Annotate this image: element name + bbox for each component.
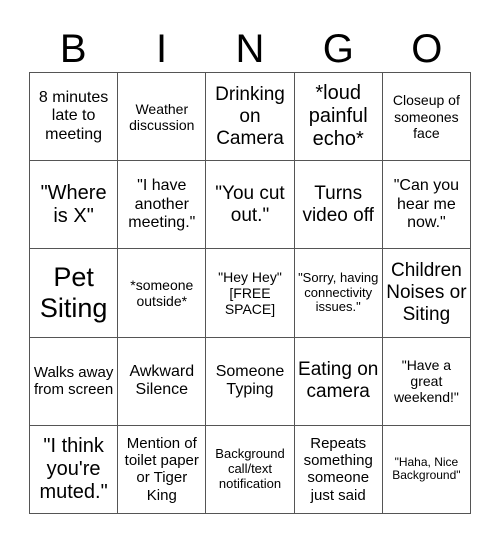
bingo-header: B I N G O	[29, 26, 471, 72]
bingo-cell[interactable]: 8 minutes late to meeting	[30, 73, 119, 162]
bingo-cell[interactable]: "Have a great weekend!"	[382, 337, 471, 426]
bingo-cell[interactable]: Awkward Silence	[118, 337, 207, 426]
bingo-cell[interactable]: Pet Siting	[30, 249, 119, 338]
bingo-cell[interactable]: "I have another meeting."	[118, 161, 207, 250]
free-space-cell[interactable]: "Hey Hey" [FREE SPACE]	[206, 249, 295, 338]
bingo-cell[interactable]: Turns video off	[294, 161, 383, 250]
bingo-cell[interactable]: "Can you hear me now."	[382, 161, 471, 250]
bingo-cell[interactable]: "Haha, Nice Background"	[382, 425, 471, 514]
header-letter-o: O	[411, 27, 443, 71]
header-letter-b: B	[59, 27, 87, 71]
header-letter-n: N	[235, 27, 265, 71]
bingo-card: 8 minutes late to meeting Weather discus…	[29, 72, 471, 514]
bingo-cell[interactable]: "I think you're muted."	[30, 425, 119, 514]
bingo-cell[interactable]: "Sorry, having connectivity issues."	[294, 249, 383, 338]
bingo-cell[interactable]: Children Noises or Siting	[382, 249, 471, 338]
bingo-cell[interactable]: Background call/text notification	[206, 425, 295, 514]
bingo-cell[interactable]: "You cut out."	[206, 161, 295, 250]
bingo-cell[interactable]: Repeats something someone just said	[294, 425, 383, 514]
bingo-cell[interactable]: Eating on camera	[294, 337, 383, 426]
bingo-cell[interactable]: Drinking on Camera	[206, 73, 295, 162]
bingo-cell[interactable]: *loud painful echo*	[294, 73, 383, 162]
bingo-cell[interactable]: Mention of toilet paper or Tiger King	[118, 425, 207, 514]
bingo-cell[interactable]: Someone Typing	[206, 337, 295, 426]
header-letter-g: G	[322, 27, 354, 71]
bingo-cell[interactable]: "Where is X"	[30, 161, 119, 250]
bingo-cell[interactable]: *someone outside*	[118, 249, 207, 338]
bingo-cell[interactable]: Weather discussion	[118, 73, 207, 162]
header-letter-i: I	[156, 27, 168, 71]
bingo-cell[interactable]: Walks away from screen	[30, 337, 119, 426]
bingo-cell[interactable]: Closeup of someones face	[382, 73, 471, 162]
